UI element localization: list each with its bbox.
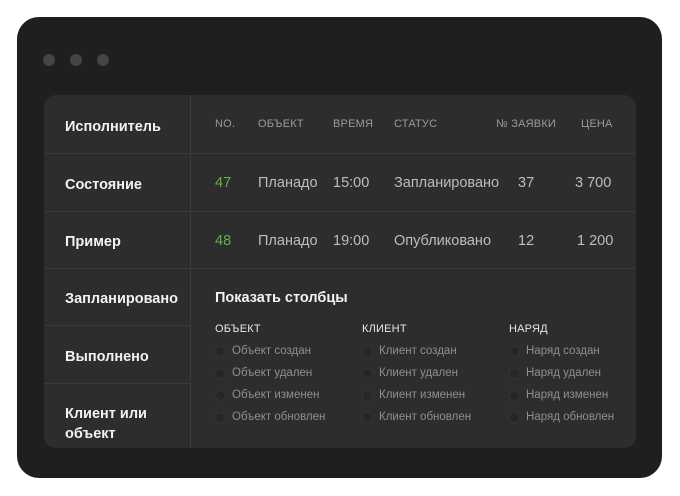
cell-status: Запланировано xyxy=(394,175,500,191)
option-object-created[interactable]: Объект создан xyxy=(215,345,311,357)
column-header-request[interactable]: № ЗАЯВКИ xyxy=(496,118,556,130)
radio-icon[interactable] xyxy=(362,367,373,379)
option-order-updated[interactable]: Наряд обновлен xyxy=(509,411,614,423)
option-label: Клиент изменен xyxy=(379,389,466,401)
radio-icon[interactable] xyxy=(362,411,373,423)
option-client-created[interactable]: Клиент создан xyxy=(362,345,457,357)
radio-icon[interactable] xyxy=(362,389,373,401)
cell-object: Планадо xyxy=(258,233,318,249)
show-columns-title: Показать столбцы xyxy=(215,290,348,306)
group-title-order: НАРЯД xyxy=(509,323,548,335)
option-label: Объект удален xyxy=(232,367,313,379)
sidebar-item-client-or-object[interactable]: Клиент или объект xyxy=(65,404,175,444)
option-label: Объект обновлен xyxy=(232,411,326,423)
option-order-created[interactable]: Наряд создан xyxy=(509,345,600,357)
cell-object: Планадо xyxy=(258,175,318,191)
row-divider xyxy=(190,211,636,212)
group-title-client: КЛИЕНТ xyxy=(362,323,407,335)
cell-time: 19:00 xyxy=(333,233,370,249)
option-label: Клиент обновлен xyxy=(379,411,472,423)
main-panel: Исполнитель Состояние Пример Запланирова… xyxy=(44,95,636,448)
column-header-no[interactable]: NO. xyxy=(215,118,235,130)
option-object-deleted[interactable]: Объект удален xyxy=(215,367,312,379)
cell-request: 37 xyxy=(518,175,535,191)
window-close-dot[interactable] xyxy=(43,54,55,66)
header-divider xyxy=(190,153,636,154)
radio-icon[interactable] xyxy=(215,367,226,379)
cell-no: 47 xyxy=(215,175,232,191)
option-label: Наряд обновлен xyxy=(526,411,615,423)
option-object-updated[interactable]: Объект обновлен xyxy=(215,411,325,423)
option-client-updated[interactable]: Клиент обновлен xyxy=(362,411,471,423)
cell-status: Опубликовано xyxy=(394,233,492,249)
radio-icon[interactable] xyxy=(215,389,226,401)
radio-icon[interactable] xyxy=(509,345,520,357)
app-window: Исполнитель Состояние Пример Запланирова… xyxy=(17,17,662,478)
row-divider xyxy=(190,268,636,269)
radio-icon[interactable] xyxy=(215,411,226,423)
sidebar-divider xyxy=(44,153,190,154)
option-label: Наряд удален xyxy=(526,367,602,379)
radio-icon[interactable] xyxy=(509,389,520,401)
option-object-changed[interactable]: Объект изменен xyxy=(215,389,319,401)
cell-price: 1 200 xyxy=(577,233,614,249)
sidebar-item-executor[interactable]: Исполнитель xyxy=(65,117,161,137)
radio-icon[interactable] xyxy=(362,345,373,357)
option-order-deleted[interactable]: Наряд удален xyxy=(509,367,601,379)
option-client-changed[interactable]: Клиент изменен xyxy=(362,389,465,401)
option-label: Наряд создан xyxy=(526,345,600,357)
option-label: Клиент создан xyxy=(379,345,457,357)
option-label: Наряд изменен xyxy=(526,389,609,401)
sidebar-item-state[interactable]: Состояние xyxy=(65,175,142,195)
group-title-object: ОБЪЕКТ xyxy=(215,323,261,335)
option-order-changed[interactable]: Наряд изменен xyxy=(509,389,608,401)
column-header-status[interactable]: СТАТУС xyxy=(394,118,437,130)
radio-icon[interactable] xyxy=(509,411,520,423)
sidebar: Исполнитель Состояние Пример Запланирова… xyxy=(44,95,191,448)
sidebar-divider xyxy=(44,383,190,384)
radio-icon[interactable] xyxy=(509,367,520,379)
cell-request: 12 xyxy=(518,233,535,249)
cell-price: 3 700 xyxy=(575,175,612,191)
column-header-time[interactable]: ВРЕМЯ xyxy=(333,118,373,130)
sidebar-item-done[interactable]: Выполнено xyxy=(65,347,149,367)
sidebar-divider xyxy=(44,268,190,269)
option-label: Клиент удален xyxy=(379,367,458,379)
option-label: Объект создан xyxy=(232,345,311,357)
option-label: Объект изменен xyxy=(232,389,320,401)
sidebar-item-planned[interactable]: Запланировано xyxy=(65,289,178,309)
column-header-price[interactable]: ЦЕНА xyxy=(581,118,613,130)
sidebar-divider xyxy=(44,211,190,212)
cell-no: 48 xyxy=(215,233,232,249)
option-client-deleted[interactable]: Клиент удален xyxy=(362,367,458,379)
sidebar-item-example[interactable]: Пример xyxy=(65,232,121,252)
cell-time: 15:00 xyxy=(333,175,370,191)
window-maximize-dot[interactable] xyxy=(97,54,109,66)
window-minimize-dot[interactable] xyxy=(70,54,82,66)
radio-icon[interactable] xyxy=(215,345,226,357)
sidebar-divider xyxy=(44,325,190,326)
column-header-object[interactable]: ОБЪЕКТ xyxy=(258,118,304,130)
